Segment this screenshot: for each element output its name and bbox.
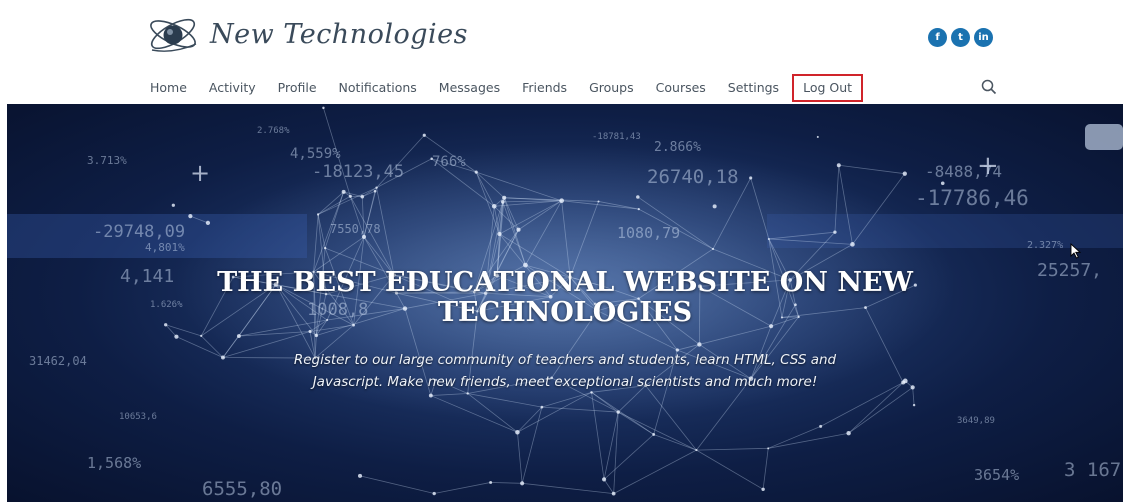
background-number: 2.866% xyxy=(654,140,701,155)
background-number: 4,559% xyxy=(290,146,341,162)
main-nav: Home Activity Profile Notifications Mess… xyxy=(150,74,881,102)
nav-item-settings[interactable]: Settings xyxy=(728,78,779,98)
nav-item-groups[interactable]: Groups xyxy=(589,78,634,98)
hero-title-line: THE BEST EDUCATIONAL WEBSITE ON NEW xyxy=(217,267,913,298)
background-number: 4,801% xyxy=(145,241,185,254)
background-number: 2.327% xyxy=(1027,240,1064,251)
background-number: 3 167 xyxy=(1064,459,1122,481)
nav-item-notifications[interactable]: Notifications xyxy=(339,78,417,98)
background-number: 7550,78 xyxy=(330,222,381,236)
background-number: 6555,80 xyxy=(202,478,283,500)
hero-banner: + + 3.713% 2.768% 4,559% -18123,45 766% … xyxy=(7,104,1123,502)
background-number: -17786,46 xyxy=(915,186,1029,210)
background-number: 766% xyxy=(432,154,466,170)
hero-subtitle-line: Javascript. Make new friends, meet excep… xyxy=(312,374,818,390)
search-icon[interactable] xyxy=(981,79,997,100)
brand-logo[interactable]: New Technologies xyxy=(146,8,468,60)
background-number: 2.768% xyxy=(257,126,290,136)
linkedin-icon[interactable]: in xyxy=(974,28,993,47)
hero-subtitle: Register to our large community of teach… xyxy=(7,349,1123,393)
facebook-icon[interactable]: f xyxy=(928,28,947,47)
atom-globe-logo-icon xyxy=(146,10,204,58)
hero-title-line: TECHNOLOGIES xyxy=(437,297,693,328)
background-number: 3.713% xyxy=(87,154,127,167)
hero-subtitle-line: Register to our large community of teach… xyxy=(293,352,837,368)
nav-item-logout[interactable]: Log Out xyxy=(792,74,864,102)
background-number: -18781,43 xyxy=(592,132,641,142)
nav-item-activity[interactable]: Activity xyxy=(209,78,256,98)
site-header: New Technologies f t in Home Activity Pr… xyxy=(0,0,1130,104)
background-number: 3654% xyxy=(974,466,1020,484)
brand-name: New Technologies xyxy=(210,18,468,50)
nav-item-home[interactable]: Home xyxy=(150,78,187,98)
social-links: f t in xyxy=(928,28,993,47)
background-number: 10653,6 xyxy=(119,412,157,422)
background-number: 26740,18 xyxy=(647,166,739,188)
nav-item-courses[interactable]: Courses xyxy=(656,78,706,98)
nav-item-messages[interactable]: Messages xyxy=(439,78,500,98)
background-number: 3649,89 xyxy=(957,416,995,426)
svg-text:+: + xyxy=(190,159,210,187)
background-number: -18123,45 xyxy=(312,162,405,182)
nav-item-profile[interactable]: Profile xyxy=(278,78,317,98)
twitter-icon[interactable]: t xyxy=(951,28,970,47)
mouse-cursor-icon xyxy=(1070,242,1082,264)
background-number: 1,568% xyxy=(87,454,142,472)
nav-item-friends[interactable]: Friends xyxy=(522,78,567,98)
background-number: -29748,09 xyxy=(93,222,186,242)
background-number: 1080,79 xyxy=(617,224,681,242)
hero-title: THE BEST EDUCATIONAL WEBSITE ON NEW TECH… xyxy=(7,268,1123,328)
background-number: -8488,74 xyxy=(925,162,1003,181)
